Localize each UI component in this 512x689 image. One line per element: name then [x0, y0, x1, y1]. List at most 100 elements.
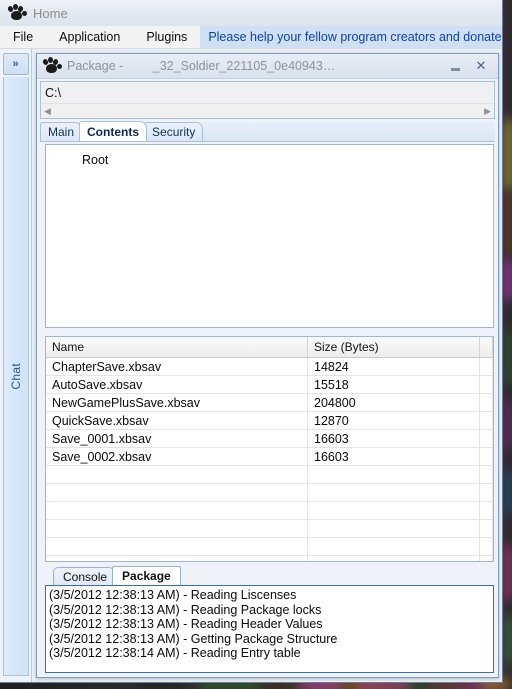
cell-extra [480, 376, 493, 394]
tab-contents[interactable]: Contents [79, 121, 148, 141]
cell-empty [46, 466, 308, 484]
column-header-extra[interactable] [480, 337, 493, 358]
package-window-title: Package - _32_Soldier_221105_0e40943… [67, 59, 442, 73]
chat-tab-label: Chat [8, 362, 23, 390]
cell-size: 204800 [308, 394, 480, 412]
cell-empty [480, 484, 493, 502]
cell-size: 14824 [308, 358, 480, 376]
tab-main[interactable]: Main [40, 122, 83, 141]
table-row[interactable]: QuickSave.xbsav 12870 [46, 412, 493, 430]
cell-empty [46, 520, 308, 538]
sidebar-item-chat[interactable]: Chat [2, 77, 29, 676]
package-title-filename: _32_Soldier_221105_0e40943… [152, 59, 336, 73]
cell-empty [480, 520, 493, 538]
cell-extra [480, 412, 493, 430]
home-tab-label: Home [33, 5, 68, 21]
menu-item-application[interactable]: Application [46, 26, 133, 48]
tab-console[interactable]: Console [53, 567, 118, 585]
table-row-empty[interactable] [46, 466, 493, 484]
column-header-name[interactable]: Name [46, 337, 308, 358]
table-row-empty[interactable] [46, 538, 493, 556]
cell-extra [480, 430, 493, 448]
log-output[interactable]: (3/5/2012 12:38:13 AM) - Reading Liscens… [45, 585, 494, 673]
log-line: (3/5/2012 12:38:13 AM) - Reading Liscens… [49, 588, 297, 602]
cell-name: AutoSave.xbsav [46, 376, 308, 394]
cell-extra [480, 394, 493, 412]
cell-name: Save_0001.xbsav [46, 430, 308, 448]
wallpaper-blob [504, 260, 512, 300]
cell-empty [46, 502, 308, 520]
table-row[interactable]: ChapterSave.xbsav 14824 [46, 358, 493, 376]
table-row-empty[interactable] [46, 520, 493, 538]
paw-icon [7, 4, 27, 21]
wallpaper-blob [505, 400, 512, 450]
wallpaper-blob [506, 615, 512, 665]
cell-extra [480, 448, 493, 466]
table-row[interactable]: NewGamePlusSave.xbsav 204800 [46, 394, 493, 412]
cell-name: QuickSave.xbsav [46, 412, 308, 430]
table-row[interactable]: Save_0001.xbsav 16603 [46, 430, 493, 448]
paw-icon [42, 57, 62, 74]
cell-size: 15518 [308, 376, 480, 394]
file-grid: Name Size (Bytes) ChapterSave.xbsav 14824… [45, 336, 494, 562]
grid-body: ChapterSave.xbsav 14824 AutoSave.xbsav 1551… [46, 358, 493, 561]
table-row-empty[interactable] [46, 502, 493, 520]
donate-banner[interactable]: Please help your fellow program creators… [200, 26, 502, 48]
wallpaper-blob [504, 545, 512, 600]
wallpaper-blob [506, 330, 512, 385]
cell-empty [480, 538, 493, 556]
grid-header: Name Size (Bytes) [46, 337, 493, 358]
package-child-window: Package - _32_Soldier_221105_0e40943… ✕ … [36, 53, 499, 678]
package-tabstrip: Main Contents Security [40, 121, 495, 142]
cell-empty [46, 556, 308, 561]
chat-dock: » Chat [0, 49, 32, 682]
cell-empty [308, 538, 480, 556]
package-window-titlebar[interactable]: Package - _32_Soldier_221105_0e40943… ✕ [37, 54, 498, 79]
mdi-client-area: Package - _32_Soldier_221105_0e40943… ✕ … [32, 49, 502, 682]
tree-node-root[interactable]: Root [46, 153, 493, 167]
tab-security[interactable]: Security [144, 122, 204, 141]
minimize-button[interactable] [442, 56, 468, 76]
table-row-empty[interactable] [46, 556, 493, 561]
menu-item-plugins[interactable]: Plugins [133, 26, 200, 48]
log-line: (3/5/2012 12:38:13 AM) - Getting Package… [49, 631, 338, 646]
scroll-left-icon[interactable]: ◀ [44, 106, 51, 117]
package-title-prefix: Package - [67, 59, 127, 73]
cell-extra [480, 358, 493, 376]
cell-size: 16603 [308, 430, 480, 448]
table-row[interactable]: AutoSave.xbsav 15518 [46, 376, 493, 394]
log-tabstrip: Console Package [45, 566, 494, 585]
log-line: (3/5/2012 12:38:14 AM) - Reading Entry t… [49, 646, 301, 660]
cell-empty [308, 466, 480, 484]
cell-name: Save_0002.xbsav [46, 448, 308, 466]
log-line: (3/5/2012 12:38:13 AM) - Reading Header … [49, 617, 323, 631]
wallpaper-blob [505, 120, 512, 190]
path-input[interactable] [41, 82, 494, 103]
cell-name: ChapterSave.xbsav [46, 358, 308, 376]
cell-size: 16603 [308, 448, 480, 466]
application-titlebar: Home [0, 0, 502, 26]
cell-empty [480, 556, 493, 561]
tab-package-log[interactable]: Package [112, 566, 181, 585]
path-horizontal-scrollbar[interactable]: ◀ ▶ [41, 103, 494, 118]
cell-size: 12870 [308, 412, 480, 430]
cell-empty [46, 484, 308, 502]
column-header-size[interactable]: Size (Bytes) [308, 337, 480, 358]
scroll-right-icon[interactable]: ▶ [484, 106, 491, 117]
cell-empty [308, 502, 480, 520]
table-row-empty[interactable] [46, 484, 493, 502]
wallpaper-blob [506, 195, 512, 255]
cell-empty [480, 502, 493, 520]
chevron-double-right-icon[interactable]: » [2, 53, 29, 75]
application-body: » Chat Package - _32_Soldier_221105_0e40… [0, 49, 502, 682]
menu-item-file[interactable]: File [0, 26, 46, 48]
log-line: (3/5/2012 12:38:13 AM) - Reading Package… [49, 602, 322, 617]
close-button[interactable]: ✕ [468, 56, 494, 76]
path-bar: ◀ ▶ [40, 81, 495, 119]
wallpaper-blob [506, 470, 512, 515]
cell-empty [308, 556, 480, 561]
package-tree-panel[interactable]: Root [45, 144, 494, 328]
cell-empty [480, 466, 493, 484]
cell-empty [308, 484, 480, 502]
table-row[interactable]: Save_0002.xbsav 16603 [46, 448, 493, 466]
